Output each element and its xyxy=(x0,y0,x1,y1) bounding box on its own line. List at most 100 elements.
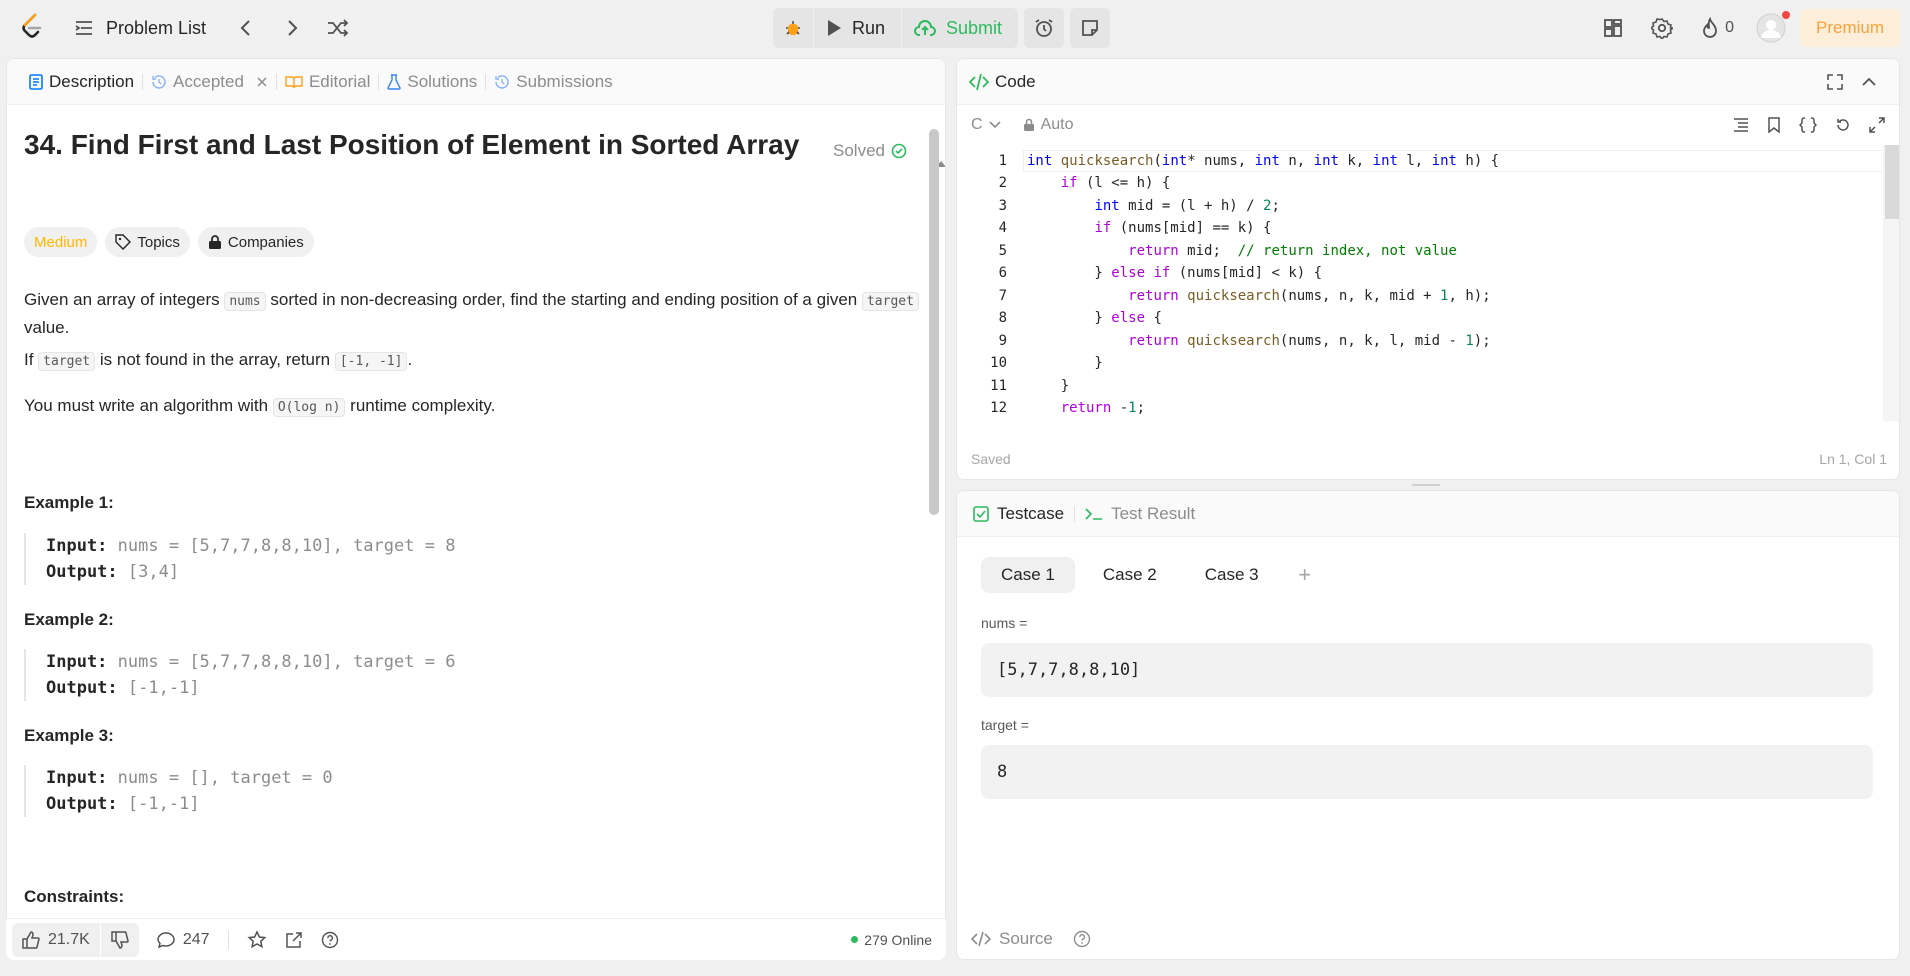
debug-icon[interactable] xyxy=(773,8,813,48)
like-group: 21.7K xyxy=(12,922,139,957)
auto-mode-toggle[interactable]: Auto xyxy=(1023,116,1073,134)
like-button[interactable]: 21.7K xyxy=(12,931,100,949)
notes-button[interactable] xyxy=(1070,8,1111,48)
code-editor[interactable]: 1 2 3 4 5 6 7 8 9 10 11 12 int quicksear… xyxy=(957,147,1899,423)
streak-counter[interactable]: 0 xyxy=(1701,17,1734,39)
favorite-button[interactable] xyxy=(247,929,267,950)
shuffle-icon[interactable] xyxy=(320,14,356,42)
help-button[interactable] xyxy=(321,931,339,949)
tab-description[interactable]: Description xyxy=(21,59,142,105)
run-button[interactable]: Run xyxy=(813,8,901,48)
format-icon[interactable] xyxy=(1733,118,1749,132)
nums-input[interactable]: [5,7,7,8,8,10] xyxy=(981,643,1873,697)
comments-button[interactable]: 247 xyxy=(157,931,210,949)
example-heading: Example 2: xyxy=(24,610,114,629)
description-scroll-thumb[interactable] xyxy=(929,129,939,515)
dislike-button[interactable] xyxy=(101,930,139,949)
inline-code: target xyxy=(38,352,96,371)
tab-accepted[interactable]: Accepted xyxy=(143,59,276,105)
online-indicator: 279 Online xyxy=(851,932,932,948)
alarm-clock-icon xyxy=(1035,19,1053,37)
cloud-upload-icon xyxy=(914,20,937,36)
add-case-button[interactable]: + xyxy=(1287,557,1323,593)
line-number: 11 xyxy=(990,378,1007,394)
notification-dot xyxy=(1781,11,1790,19)
language-select[interactable]: C xyxy=(971,116,1001,134)
resize-handle[interactable] xyxy=(1412,484,1440,486)
share-button[interactable] xyxy=(285,931,303,949)
problem-title: 34. Find First and Last Position of Elem… xyxy=(24,129,800,160)
example-input: nums = [5,7,7,8,8,10], target = 8 xyxy=(117,536,456,556)
companies-chip[interactable]: Companies xyxy=(197,227,314,257)
line-number: 9 xyxy=(998,333,1007,349)
submit-button[interactable]: Submit xyxy=(901,8,1018,48)
tab-submissions-label: Submissions xyxy=(516,71,613,91)
case-tab[interactable]: Case 3 xyxy=(1185,557,1279,593)
topics-chip[interactable]: Topics xyxy=(105,227,190,257)
description-paragraph-3: You must write an algorithm with O(log n… xyxy=(24,393,924,421)
difficulty-badge: Medium xyxy=(24,227,98,257)
expand-icon[interactable] xyxy=(1869,117,1885,133)
code-line: int quicksearch(int* nums, int n, int k,… xyxy=(1027,153,1500,169)
problem-list-icon[interactable] xyxy=(74,18,94,38)
question-circle-icon[interactable] xyxy=(1073,930,1091,948)
example-block: Input: nums = [5,7,7,8,8,10], target = 8… xyxy=(24,533,455,585)
premium-button[interactable]: Premium xyxy=(1799,9,1900,47)
source-button[interactable]: Source xyxy=(971,929,1053,949)
input-label: Input: xyxy=(46,652,108,672)
testcase-header: Testcase Test Result xyxy=(957,491,1899,537)
editor-toolbar: C Auto xyxy=(957,105,1899,145)
description-footer: 21.7K 247 279 Online xyxy=(6,918,946,960)
star-icon xyxy=(247,929,267,948)
problem-chips: Medium Topics Companies xyxy=(24,227,314,257)
next-problem-icon[interactable] xyxy=(274,14,310,42)
target-input[interactable]: 8 xyxy=(981,745,1873,799)
case-tab[interactable]: Case 1 xyxy=(981,557,1075,593)
code-scroll-thumb[interactable] xyxy=(1885,145,1899,219)
braces-icon[interactable] xyxy=(1799,117,1817,133)
close-icon[interactable] xyxy=(256,76,268,88)
code-line: } xyxy=(1027,378,1070,394)
reset-icon[interactable] xyxy=(1835,117,1851,133)
avatar[interactable] xyxy=(1756,11,1790,43)
code-line: if (l <= h) { xyxy=(1060,175,1171,191)
text: If xyxy=(24,350,39,369)
code-header: Code xyxy=(957,59,1899,105)
prev-problem-icon[interactable] xyxy=(228,14,264,42)
tab-solutions[interactable]: Solutions xyxy=(379,59,485,105)
editor-actions xyxy=(1733,117,1885,133)
example-block: Input: nums = [5,7,7,8,8,10], target = 6… xyxy=(24,649,455,701)
tab-editorial[interactable]: Editorial xyxy=(277,59,378,105)
lock-icon xyxy=(1023,118,1034,131)
case-tab[interactable]: Case 2 xyxy=(1083,557,1177,593)
topics-label: Topics xyxy=(137,233,180,251)
settings-gear-icon[interactable] xyxy=(1651,17,1674,39)
description-panel: Description Accepted Editorial Solutions… xyxy=(6,58,946,960)
online-count: 279 Online xyxy=(864,931,932,948)
leetcode-logo-icon[interactable] xyxy=(20,13,44,41)
divider xyxy=(227,930,229,949)
bookmark-icon[interactable] xyxy=(1767,117,1781,133)
timer-button[interactable] xyxy=(1024,8,1065,48)
tab-submissions[interactable]: Submissions xyxy=(486,59,620,105)
collapse-icon[interactable] xyxy=(1861,74,1877,90)
solved-badge: Solved xyxy=(833,141,907,161)
like-count: 21.7K xyxy=(48,930,90,948)
testcase-footer: Source xyxy=(957,917,1899,959)
inline-code: target xyxy=(861,292,919,311)
flask-icon xyxy=(387,73,402,90)
layout-icon[interactable] xyxy=(1603,18,1623,38)
tab-testcase[interactable]: Testcase xyxy=(973,504,1064,524)
code-icon xyxy=(969,73,989,90)
line-number: 10 xyxy=(990,355,1007,371)
inline-code: [-1, -1] xyxy=(334,352,408,371)
history-icon xyxy=(152,74,166,89)
tab-divider xyxy=(1074,505,1076,522)
code-line: return quicksearch(nums, n, k, l, mid - … xyxy=(1128,333,1491,349)
fullscreen-icon[interactable] xyxy=(1827,73,1843,90)
code-scrollbar[interactable] xyxy=(1883,145,1899,421)
text: Given an array of integers xyxy=(24,290,225,309)
input-label: Input: xyxy=(46,768,108,788)
tab-test-result[interactable]: Test Result xyxy=(1085,504,1195,524)
problem-list-link[interactable]: Problem List xyxy=(106,18,206,39)
